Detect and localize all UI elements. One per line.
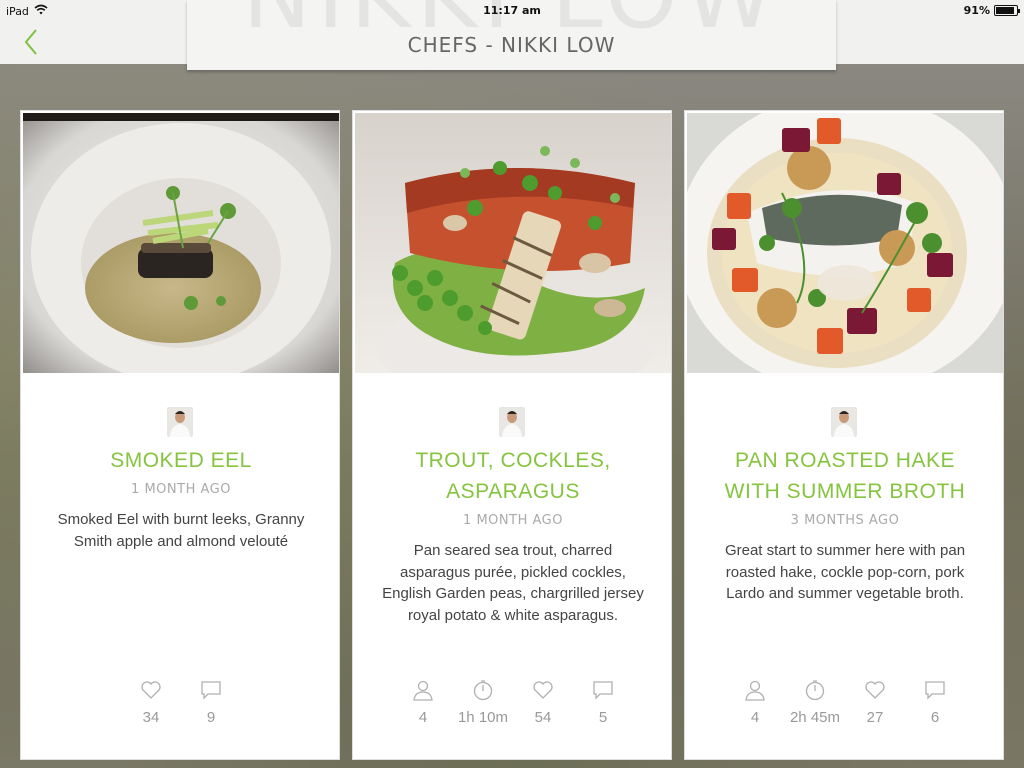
recipe-description: Smoked Eel with burnt leeks, Granny Smit…	[57, 511, 305, 550]
recipe-photo	[687, 113, 1003, 373]
serves-count: 4	[418, 709, 428, 726]
recipe-description: Great start to summer here with pan roas…	[724, 542, 966, 602]
recipe-time-ago: 1 MONTH AGO	[131, 482, 231, 497]
recipe-title: TROUT, COCKLES, ASPARAGUS	[415, 449, 611, 503]
serves-count: 4	[750, 709, 760, 726]
serves-stat[interactable]: 4	[393, 679, 453, 726]
likes-stat[interactable]: 54	[513, 679, 573, 726]
likes-count: 34	[142, 709, 160, 726]
chef-avatar[interactable]	[167, 407, 193, 437]
heart-icon	[532, 679, 554, 701]
prep-time: 2h 45m	[789, 709, 841, 726]
likes-count: 54	[534, 709, 552, 726]
recipe-photo	[355, 113, 671, 373]
recipe-time-ago: 1 MONTH AGO	[463, 513, 563, 528]
recipe-stats: 34 9	[21, 679, 341, 726]
prep-time: 1h 10m	[457, 709, 509, 726]
back-button[interactable]	[18, 26, 44, 58]
comments-count: 9	[206, 709, 216, 726]
chef-avatar[interactable]	[831, 407, 857, 437]
back-chevron-icon	[24, 29, 37, 55]
comments-stat[interactable]: 9	[181, 679, 241, 726]
likes-count: 27	[866, 709, 884, 726]
recipe-stats: 4 2h 45m 27 6	[685, 679, 1005, 726]
battery-level	[996, 7, 1015, 14]
time-stat[interactable]: 1h 10m	[453, 679, 513, 726]
clock-icon	[804, 679, 826, 701]
status-time: 11:17 am	[483, 4, 541, 17]
heart-icon	[140, 679, 162, 701]
recipe-time-ago: 3 MONTHS AGO	[790, 513, 900, 528]
heart-icon	[864, 679, 886, 701]
page-title: CHEFS - NIKKI LOW	[407, 33, 616, 57]
recipe-title: PAN ROASTED HAKE WITH SUMMER BROTH	[724, 449, 966, 503]
clock-icon	[472, 679, 494, 701]
likes-stat[interactable]: 27	[845, 679, 905, 726]
comment-icon	[200, 679, 222, 701]
comments-count: 5	[598, 709, 608, 726]
time-stat[interactable]: 2h 45m	[785, 679, 845, 726]
likes-stat[interactable]: 34	[121, 679, 181, 726]
battery-percent: 91%	[963, 4, 990, 17]
person-icon	[412, 679, 434, 701]
recipe-description: Pan seared sea trout, charred asparagus …	[382, 542, 644, 624]
recipe-card[interactable]: PAN ROASTED HAKE WITH SUMMER BROTH 3 MON…	[684, 110, 1004, 760]
chef-avatar[interactable]	[499, 407, 525, 437]
recipe-card-list: SMOKED EEL 1 MONTH AGO Smoked Eel with b…	[20, 110, 1004, 760]
comment-icon	[924, 679, 946, 701]
comment-icon	[592, 679, 614, 701]
battery-icon	[994, 5, 1020, 16]
recipe-title: SMOKED EEL	[110, 449, 252, 472]
recipe-stats: 4 1h 10m 54 5	[353, 679, 673, 726]
comments-stat[interactable]: 5	[573, 679, 633, 726]
recipe-card[interactable]: TROUT, COCKLES, ASPARAGUS 1 MONTH AGO Pa…	[352, 110, 672, 760]
comments-stat[interactable]: 6	[905, 679, 965, 726]
comments-count: 6	[930, 709, 940, 726]
recipe-photo	[23, 113, 339, 373]
status-bar: iPad 11:17 am 91%	[0, 0, 1024, 22]
person-icon	[744, 679, 766, 701]
serves-stat[interactable]: 4	[725, 679, 785, 726]
recipe-card[interactable]: SMOKED EEL 1 MONTH AGO Smoked Eel with b…	[20, 110, 340, 760]
